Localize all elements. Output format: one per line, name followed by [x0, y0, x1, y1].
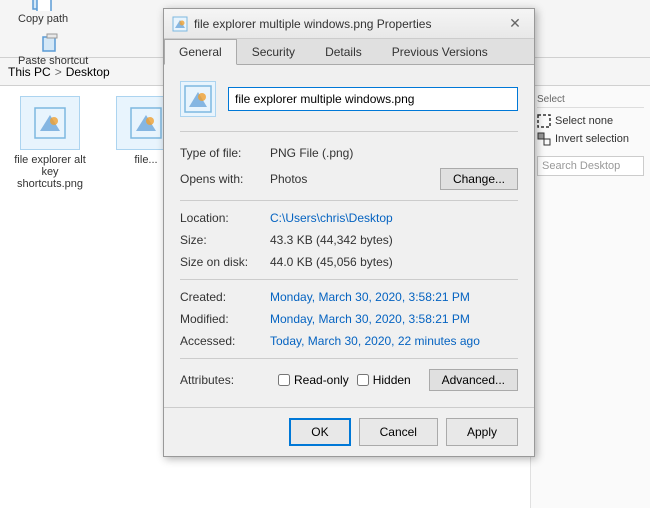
tab-bar: General Security Details Previous Versio…	[164, 39, 534, 65]
opens-label: Opens with:	[180, 172, 270, 186]
modified-row: Modified: Monday, March 30, 2020, 3:58:2…	[180, 312, 518, 326]
select-none-button[interactable]: Select none	[537, 112, 644, 130]
invert-selection-icon	[537, 132, 551, 146]
location-label: Location:	[180, 211, 270, 225]
created-row: Created: Monday, March 30, 2020, 3:58:21…	[180, 290, 518, 304]
separator3	[180, 358, 518, 359]
hidden-checkbox[interactable]	[357, 374, 369, 386]
list-item[interactable]: file explorer alt key shortcuts.png	[10, 96, 90, 498]
created-label: Created:	[180, 290, 270, 304]
dialog-title-icon	[172, 16, 188, 32]
dialog-footer: OK Cancel Apply	[164, 407, 534, 456]
clipboard-section: Copy path Paste shortcut	[8, 0, 98, 73]
select-none-icon	[537, 114, 551, 128]
separator1	[180, 200, 518, 201]
invert-selection-button[interactable]: Invert selection	[537, 130, 644, 148]
ok-button[interactable]: OK	[289, 418, 350, 446]
search-desktop[interactable]: Search Desktop	[537, 156, 644, 176]
close-button[interactable]: ✕	[504, 13, 526, 35]
created-value: Monday, March 30, 2020, 3:58:21 PM	[270, 290, 470, 304]
tab-details[interactable]: Details	[310, 39, 377, 65]
dialog-content: Type of file: PNG File (.png) Opens with…	[164, 65, 534, 407]
readonly-checkbox[interactable]	[278, 374, 290, 386]
cancel-button[interactable]: Cancel	[359, 418, 438, 446]
size-value: 43.3 KB (44,342 bytes)	[270, 233, 393, 247]
dialog-title: file explorer multiple windows.png Prope…	[194, 17, 431, 31]
file-header	[180, 81, 518, 132]
size-disk-value: 44.0 KB (45,056 bytes)	[270, 255, 393, 269]
apply-button[interactable]: Apply	[446, 418, 518, 446]
location-row: Location: C:\Users\chris\Desktop	[180, 211, 518, 225]
size-label: Size:	[180, 233, 270, 247]
tab-general[interactable]: General	[164, 39, 237, 65]
size-disk-row: Size on disk: 44.0 KB (45,056 bytes)	[180, 255, 518, 269]
type-value: PNG File (.png)	[270, 146, 353, 160]
accessed-row: Accessed: Today, March 30, 2020, 22 minu…	[180, 334, 518, 348]
advanced-button[interactable]: Advanced...	[429, 369, 518, 391]
right-panel: Select Select none Invert selection Sea	[530, 86, 650, 508]
type-label: Type of file:	[180, 146, 270, 160]
breadcrumb-part1[interactable]: This PC	[8, 65, 51, 79]
hidden-checkbox-label[interactable]: Hidden	[357, 373, 411, 387]
select-section: Select Select none Invert selection	[537, 94, 644, 148]
section-label: Select	[537, 94, 644, 108]
accessed-value: Today, March 30, 2020, 22 minutes ago	[270, 334, 480, 348]
separator2	[180, 279, 518, 280]
attributes-label: Attributes:	[180, 373, 270, 387]
file-header-icon	[180, 81, 216, 117]
tab-security[interactable]: Security	[237, 39, 310, 65]
readonly-checkbox-label[interactable]: Read-only	[278, 373, 349, 387]
dialog-titlebar: file explorer multiple windows.png Prope…	[164, 9, 534, 39]
attributes-row: Attributes: Read-only Hidden Advanced...	[180, 369, 518, 391]
breadcrumb-part2[interactable]: Desktop	[66, 65, 110, 79]
change-button[interactable]: Change...	[440, 168, 518, 190]
file-icon	[20, 96, 80, 150]
location-value: C:\Users\chris\Desktop	[270, 211, 393, 225]
filename-input[interactable]	[228, 87, 518, 111]
file-name: file...	[134, 154, 157, 166]
breadcrumb-arrow1: >	[55, 65, 62, 79]
file-name: file explorer alt key shortcuts.png	[10, 154, 90, 190]
size-disk-label: Size on disk:	[180, 255, 270, 269]
tab-previous-versions[interactable]: Previous Versions	[377, 39, 503, 65]
modified-value: Monday, March 30, 2020, 3:58:21 PM	[270, 312, 470, 326]
copy-path-button[interactable]: Copy path	[12, 0, 74, 29]
properties-dialog[interactable]: file explorer multiple windows.png Prope…	[163, 8, 535, 457]
opens-row: Opens with: Photos Change...	[180, 168, 518, 190]
modified-label: Modified:	[180, 312, 270, 326]
title-left: file explorer multiple windows.png Prope…	[172, 16, 431, 32]
type-row: Type of file: PNG File (.png)	[180, 146, 518, 160]
accessed-label: Accessed:	[180, 334, 270, 348]
opens-value: Photos	[270, 172, 307, 186]
size-row: Size: 43.3 KB (44,342 bytes)	[180, 233, 518, 247]
